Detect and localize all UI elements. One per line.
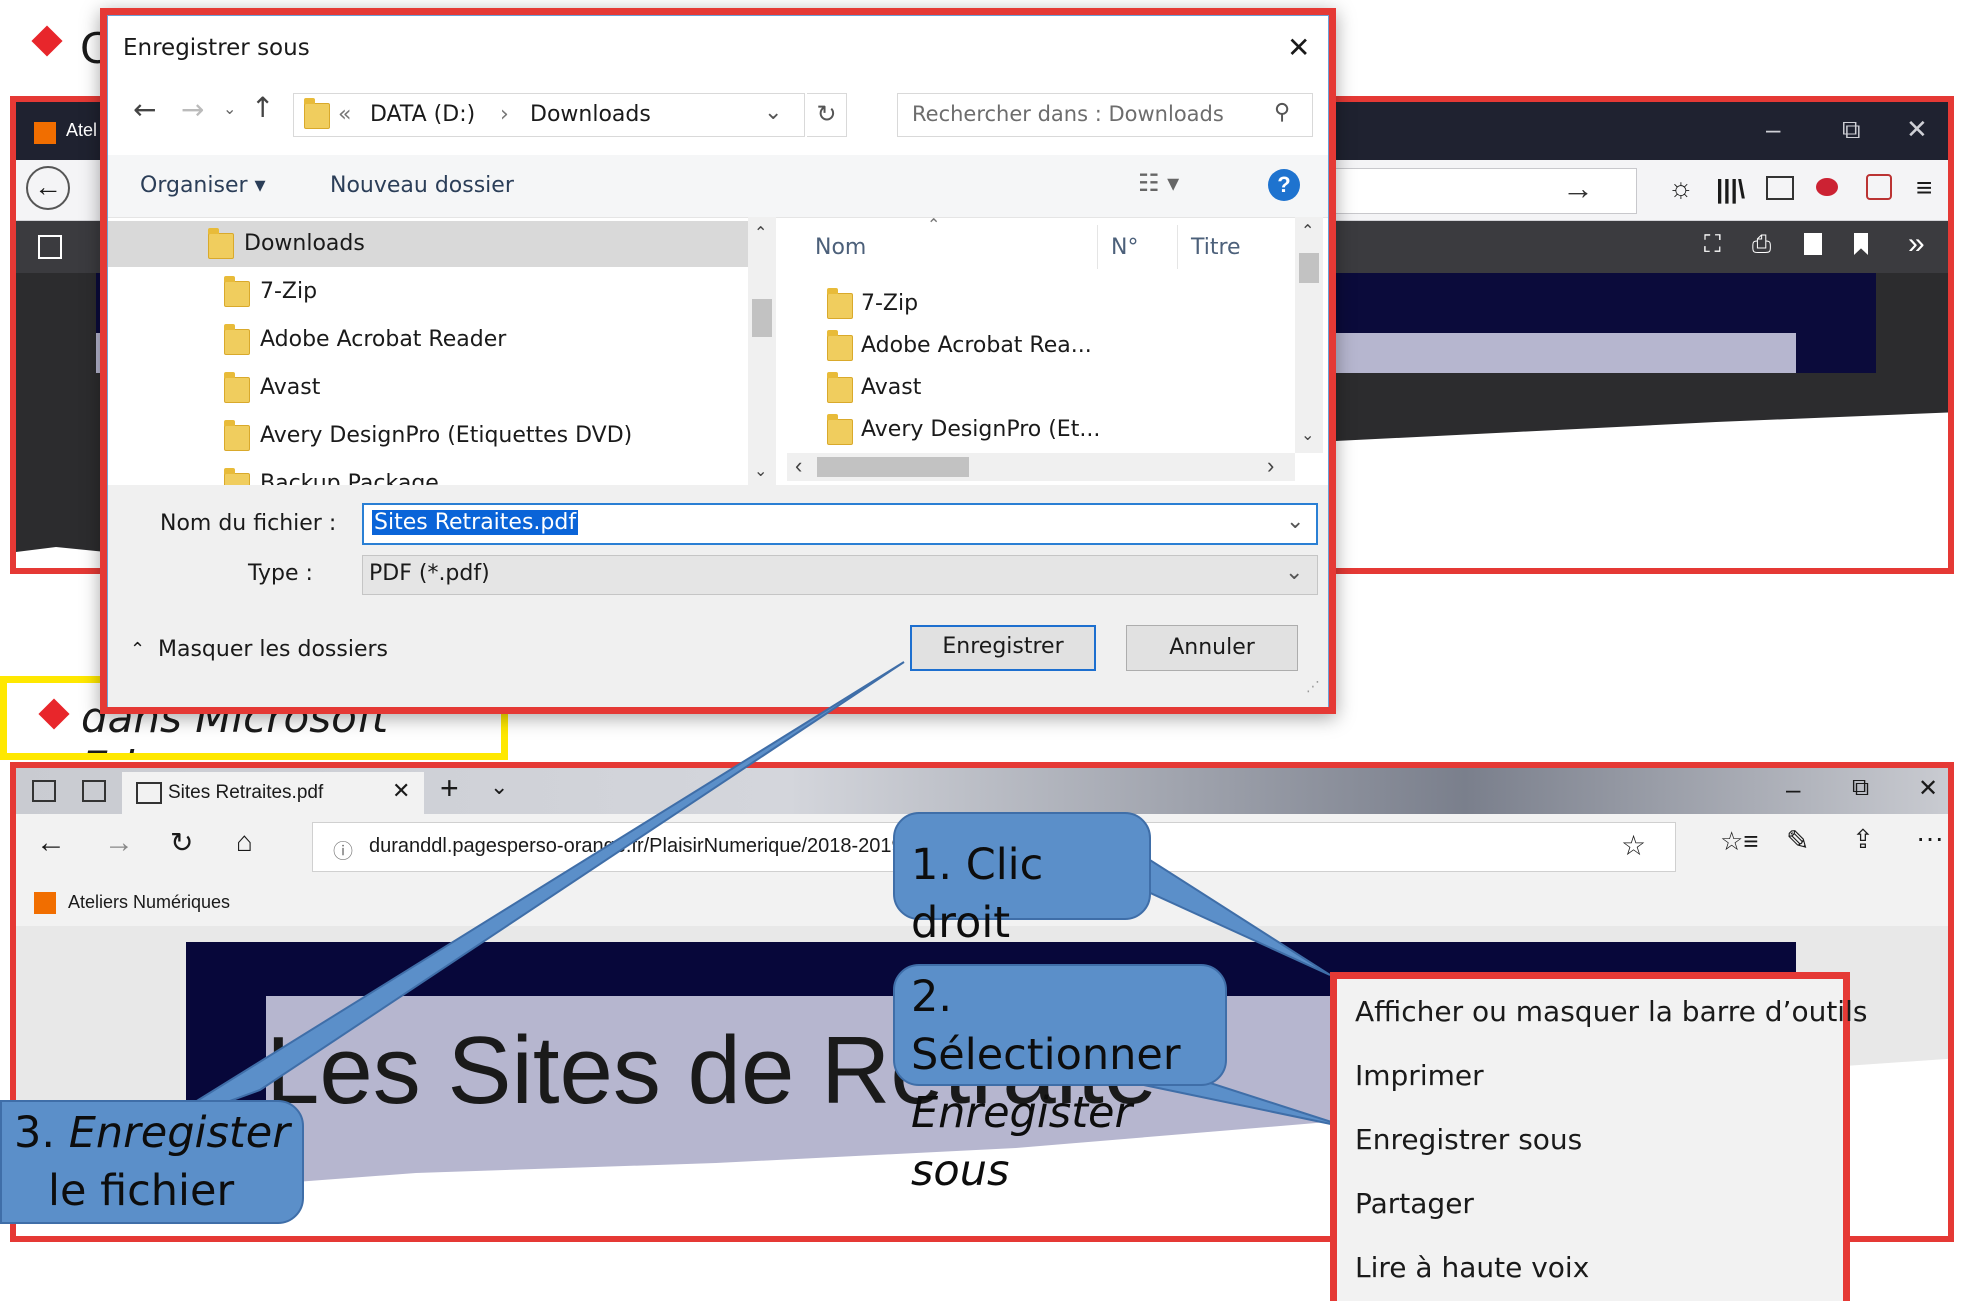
context-menu-item-save-as[interactable]: Enregistrer sous [1355,1123,1582,1156]
context-menu: Afficher ou masquer la barre d’outils Im… [1330,972,1867,1301]
context-menu-item[interactable]: Partager [1355,1187,1474,1220]
context-menu-item[interactable]: Imprimer [1355,1059,1484,1092]
callout-step2: 2. Sélectionner Enregister sous [893,964,1227,1196]
callout-step2-line1: 2. Sélectionner [911,972,1181,1080]
callout-step3: 3. Enregister le fichier [0,1100,304,1224]
context-menu-item[interactable]: Lire à haute voix [1355,1251,1589,1284]
callout-step3-line2: le fichier [48,1166,235,1216]
callout-step3-line1: 3. Enregister [14,1104,290,1162]
callout-step3-prefix: 3. [14,1108,69,1158]
context-menu-item[interactable]: Afficher ou masquer la barre d’outils [1355,995,1867,1028]
callout-step3-italic: Enregister [68,1108,290,1158]
callout-step1: 1. Clic droit [893,812,1151,948]
callout-step2-line2: Enregister sous [911,1088,1133,1196]
